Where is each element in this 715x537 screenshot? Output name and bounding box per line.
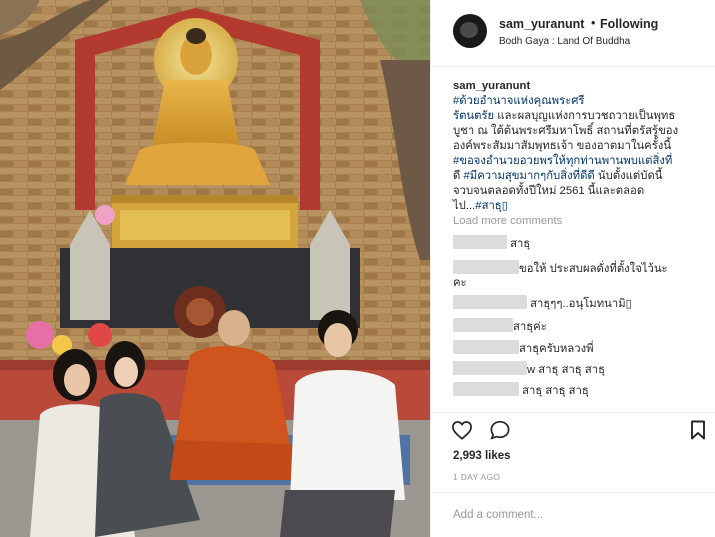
post-panel: sam_yuranunt • Following Bodh Gaya : Lan…: [430, 0, 715, 537]
likes-count[interactable]: 2,993 likes: [453, 450, 511, 462]
comment: สาธุค่ะ: [453, 318, 709, 335]
load-more-comments[interactable]: Load more comments: [453, 215, 562, 227]
comment: ขอให้ ประสบผลดั่งที่ตั้งใจไว้นะ: [453, 260, 709, 277]
redacted-username: [453, 340, 519, 354]
caption-line: รัตนตรัย และผลบุญแห่งการบวชถวายเป็นพุทธ: [453, 110, 676, 122]
location-link[interactable]: Bodh Gaya : Land Of Buddha: [499, 36, 630, 47]
post-caption: sam_yuranunt #ด้วยอำนาจแห่งคุณพระศรี รัต…: [453, 79, 709, 214]
avatar[interactable]: [453, 14, 487, 48]
redacted-username: [453, 361, 527, 375]
caption-line: ไป...#สาธุ▯: [453, 200, 508, 212]
hashtag-link[interactable]: รัตนตรัย: [453, 110, 494, 122]
redacted-username: [453, 295, 527, 309]
comment: สาธุๆๆ..อนุโมทนามิ▯: [453, 295, 709, 312]
caption-username[interactable]: sam_yuranunt: [453, 80, 530, 92]
comment: สาธุ: [453, 235, 709, 252]
hashtag-link[interactable]: #มีความสุขมากๆกับสิ่งที่ดีดี: [463, 170, 594, 182]
action-bar: [431, 412, 715, 442]
comment: w สาธุ สาธุ สาธุ: [453, 361, 709, 378]
following-button[interactable]: Following: [600, 17, 658, 31]
post-photo[interactable]: [0, 0, 430, 537]
comment-continued: คะ: [453, 277, 467, 289]
add-comment-placeholder: Add a comment...: [453, 509, 544, 521]
comment: สาธุ สาธุ สาธุ: [453, 382, 709, 399]
caption-line: บูชา ณ ใต้ต้นพระศรีมหาโพธิ์ สถานที่ตรัสร…: [453, 125, 679, 137]
hashtag-link[interactable]: #สาธุ▯: [475, 200, 508, 212]
caption-line: จวบจนตลอดทั้งปีใหม่ 2561 นี้และตลอด: [453, 185, 645, 197]
post-header: sam_yuranunt • Following Bodh Gaya : Lan…: [431, 0, 715, 67]
redacted-username: [453, 235, 507, 249]
redacted-username: [453, 382, 519, 396]
caption-line: องค์พระสัมมาสัมพุทธเจ้า ของอาตมาในครั้งน…: [453, 140, 672, 152]
bookmark-icon[interactable]: [690, 420, 706, 445]
redacted-username: [453, 260, 519, 274]
caption-line: #ด้วยอำนาจแห่งคุณพระศรี: [453, 94, 709, 109]
add-comment-field[interactable]: Add a comment...: [431, 492, 715, 537]
hashtag-link[interactable]: #ขอจงอำนวยอวยพรให้ทุกท่านพานพบแต่สิ่งที่: [453, 155, 672, 167]
hashtag-link[interactable]: #ด้วยอำนาจแห่งคุณพระศรี: [453, 95, 585, 107]
photo-image: [0, 0, 430, 537]
redacted-username: [453, 318, 513, 332]
post-timestamp: 1 DAY AGO: [453, 472, 501, 482]
comment-icon[interactable]: [489, 420, 511, 445]
comment: สาธุครับหลวงพี่: [453, 340, 709, 357]
heart-icon[interactable]: [451, 420, 473, 445]
caption-line: #ขอจงอำนวยอวยพรให้ทุกท่านพานพบแต่สิ่งที่: [453, 154, 709, 169]
username-link[interactable]: sam_yuranunt: [499, 17, 584, 31]
header-separator: •: [591, 16, 596, 30]
caption-line: ดี #มีความสุขมากๆกับสิ่งที่ดีดี นับตั้งแ…: [453, 170, 663, 182]
